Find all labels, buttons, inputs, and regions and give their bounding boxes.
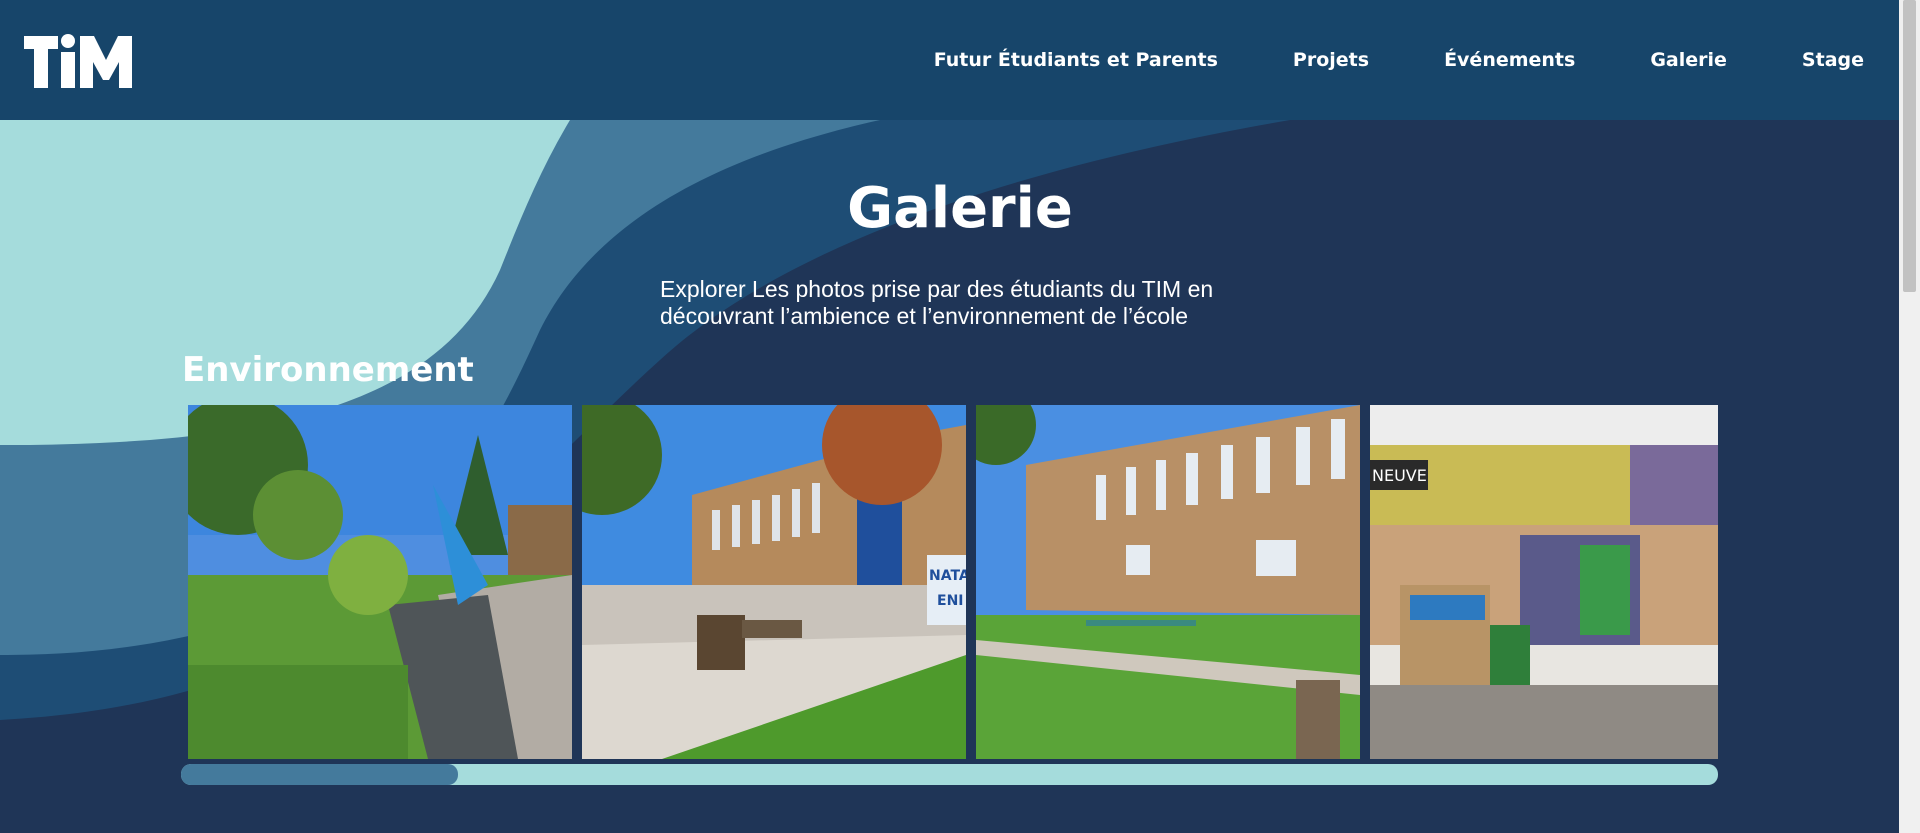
photo-school-store[interactable]: NEUVE xyxy=(1370,405,1718,759)
photo-sign-banner-b: ENI xyxy=(937,593,964,609)
page-subtitle: Explorer Les photos prise par des étudia… xyxy=(660,276,1260,330)
nav-galerie[interactable]: Galerie xyxy=(1650,49,1727,71)
nav-futur-etudiants[interactable]: Futur Étudiants et Parents xyxy=(934,49,1218,71)
photo-sign-store: NEUVE xyxy=(1372,466,1427,485)
subtitle-line-2: découvrant l’ambience et l’environnement… xyxy=(660,303,1189,329)
subtitle-line-1: Explorer Les photos prise par des étudia… xyxy=(660,276,1214,302)
photo-school-courtyard[interactable]: NATAT ENI xyxy=(582,405,966,759)
photo-sign-banner-a: NATAT xyxy=(929,568,966,584)
photo-school-facade[interactable] xyxy=(976,405,1360,759)
tim-logo[interactable] xyxy=(24,32,132,88)
nav-stage[interactable]: Stage xyxy=(1802,49,1864,71)
nav-projets[interactable]: Projets xyxy=(1293,49,1369,71)
page: Futur Étudiants et Parents Projets Événe… xyxy=(0,0,1899,833)
nav-evenements[interactable]: Événements xyxy=(1444,49,1575,71)
page-scrollbar[interactable] xyxy=(1899,0,1920,833)
carousel-scrollbar-track[interactable] xyxy=(181,764,1718,785)
photo-school-courtyard-image: NATAT ENI xyxy=(582,405,966,759)
section-title-environnement: Environnement xyxy=(182,350,474,390)
photo-school-facade-image xyxy=(976,405,1360,759)
page-title: Galerie xyxy=(847,176,1073,241)
photo-carousel[interactable]: NATAT ENI xyxy=(188,405,1718,759)
photo-school-store-image: NEUVE xyxy=(1370,405,1718,759)
page-scrollbar-thumb[interactable] xyxy=(1903,0,1916,292)
main-nav: Futur Étudiants et Parents Projets Événe… xyxy=(859,0,1864,120)
photo-sculpture-garden-image xyxy=(188,405,572,759)
carousel-scrollbar-thumb[interactable] xyxy=(181,764,458,785)
site-header: Futur Étudiants et Parents Projets Événe… xyxy=(0,0,1899,120)
photo-sculpture-garden[interactable] xyxy=(188,405,572,759)
